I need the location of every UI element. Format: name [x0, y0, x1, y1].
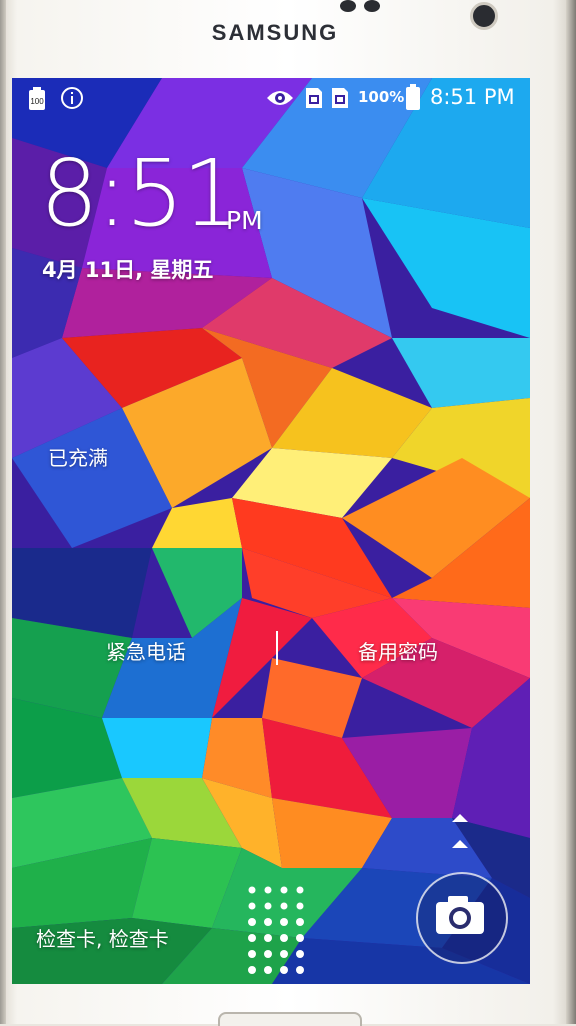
smart-stay-eye-icon	[266, 88, 294, 108]
lock-buttons-divider	[276, 631, 278, 665]
info-icon	[60, 86, 84, 110]
proximity-sensor	[340, 0, 356, 12]
unlock-pattern-icon[interactable]	[244, 884, 316, 984]
backup-password-button[interactable]: 备用密码	[358, 636, 438, 665]
camera-shortcut-button[interactable]	[416, 872, 508, 964]
charge-status: 已充满	[48, 446, 108, 470]
lock-screen: 100 100% 8:51 PM 8:51 PM 4月 11日, 星期五 已充满…	[12, 78, 530, 984]
battery-small-icon-label: 100	[30, 97, 44, 106]
chevron-up-icon	[450, 812, 470, 852]
emergency-call-button[interactable]: 紧急电话	[106, 636, 186, 665]
battery-percent: 100%	[358, 88, 405, 106]
camera-icon	[436, 896, 484, 934]
battery-small-icon: 100	[28, 87, 46, 111]
status-bar: 100 100% 8:51 PM	[12, 78, 530, 118]
phone-edge-right	[566, 0, 576, 1024]
front-camera	[470, 2, 498, 30]
battery-icon	[406, 84, 420, 110]
carrier-label: 检查卡, 检查卡	[36, 927, 169, 951]
phone-edge-left	[0, 0, 6, 1024]
status-bar-time: 8:51 PM	[430, 85, 515, 109]
brand-logo: SAMSUNG	[211, 20, 339, 45]
sim2-icon	[330, 86, 350, 110]
proximity-sensor-2	[364, 0, 380, 12]
phone-body: SAMSUNG 100 100% 8:51 PM 8:51 PM 4月 11日,…	[0, 0, 576, 1026]
lockscreen-clock: 8:51	[40, 140, 241, 247]
sim1-icon	[304, 86, 324, 110]
lockscreen-date: 4月 11日, 星期五	[42, 258, 214, 282]
lockscreen-ampm: PM	[226, 206, 263, 235]
